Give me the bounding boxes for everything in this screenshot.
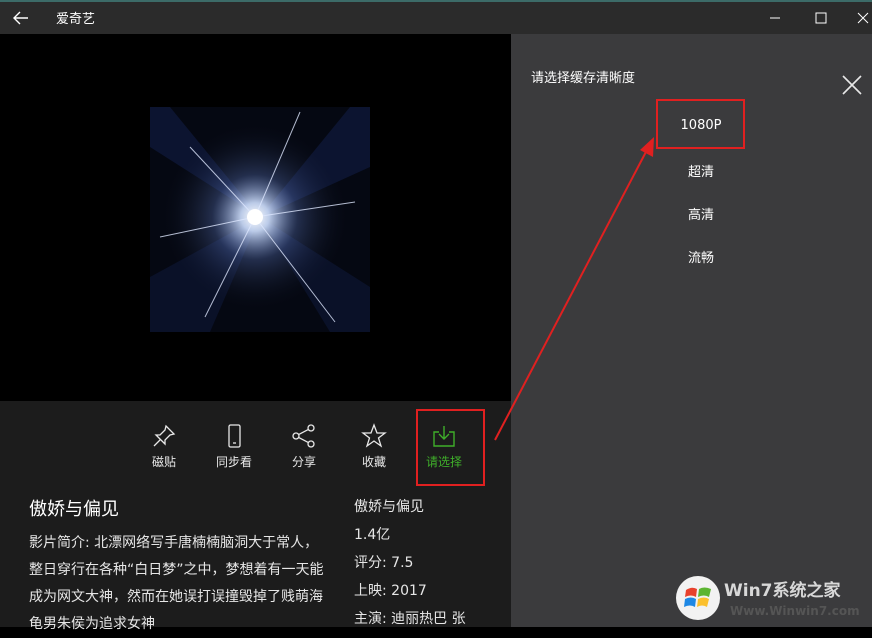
- pin-icon: [153, 424, 176, 447]
- app-title: 爱奇艺: [56, 12, 96, 27]
- minimize-button[interactable]: [752, 4, 798, 32]
- windows-logo-icon: [676, 576, 720, 620]
- maximize-button[interactable]: [798, 4, 844, 32]
- share-button[interactable]: 分享: [272, 423, 336, 470]
- arrow-left-icon: [13, 11, 28, 25]
- panel-title: 请选择缓存清晰度: [531, 71, 636, 86]
- show-title: 傲娇与偏见: [29, 499, 119, 520]
- phone-icon: [228, 424, 241, 448]
- sync-watch-label: 同步看: [215, 455, 252, 469]
- quality-option-super[interactable]: 超清: [651, 161, 751, 180]
- meta-rating: 评分: 7.5: [354, 555, 414, 571]
- show-meta: 傲娇与偏见 1.4亿 评分: 7.5 上映: 2017 主演: 迪丽热巴 张: [354, 493, 466, 633]
- close-button[interactable]: [840, 4, 872, 32]
- meta-cast: 主演: 迪丽热巴 张: [354, 611, 466, 627]
- meta-release: 上映: 2017: [354, 583, 427, 599]
- share-icon: [292, 424, 315, 448]
- watermark-brand: Win7系统之家: [724, 581, 841, 601]
- pin-button[interactable]: 磁贴: [132, 423, 196, 470]
- favorite-label: 收藏: [361, 455, 386, 469]
- share-label: 分享: [291, 455, 316, 469]
- download-highlight-box: [416, 409, 485, 486]
- video-player[interactable]: [0, 34, 511, 401]
- meta-views: 1.4亿: [354, 527, 391, 543]
- show-synopsis: 影片简介: 北漂网络写手唐楠楠脑洞大于常人，整日穿行在各种“白日梦”之中，梦想着…: [29, 535, 324, 632]
- sync-watch-button[interactable]: 同步看: [202, 423, 266, 470]
- watermark: Win7系统之家 Www.Winwin7.com: [676, 574, 872, 627]
- minimize-icon: [770, 17, 780, 19]
- video-poster: [150, 107, 370, 332]
- favorite-button[interactable]: 收藏: [342, 423, 406, 470]
- close-icon: [842, 75, 862, 95]
- panel-close-button[interactable]: [839, 72, 865, 98]
- close-icon: [857, 12, 869, 24]
- back-button[interactable]: [8, 6, 34, 30]
- quality-option-smooth[interactable]: 流畅: [651, 247, 751, 266]
- pin-label: 磁贴: [151, 455, 176, 469]
- meta-title: 傲娇与偏见: [354, 499, 424, 515]
- quality-option-high[interactable]: 高清: [651, 204, 751, 223]
- taskbar-strip: [0, 0, 872, 2]
- maximize-icon: [815, 12, 827, 24]
- title-bar: 爱奇艺: [0, 0, 872, 34]
- quality-highlight-box: [656, 99, 745, 149]
- star-icon: [361, 423, 387, 448]
- watermark-site: Www.Winwin7.com: [730, 604, 860, 618]
